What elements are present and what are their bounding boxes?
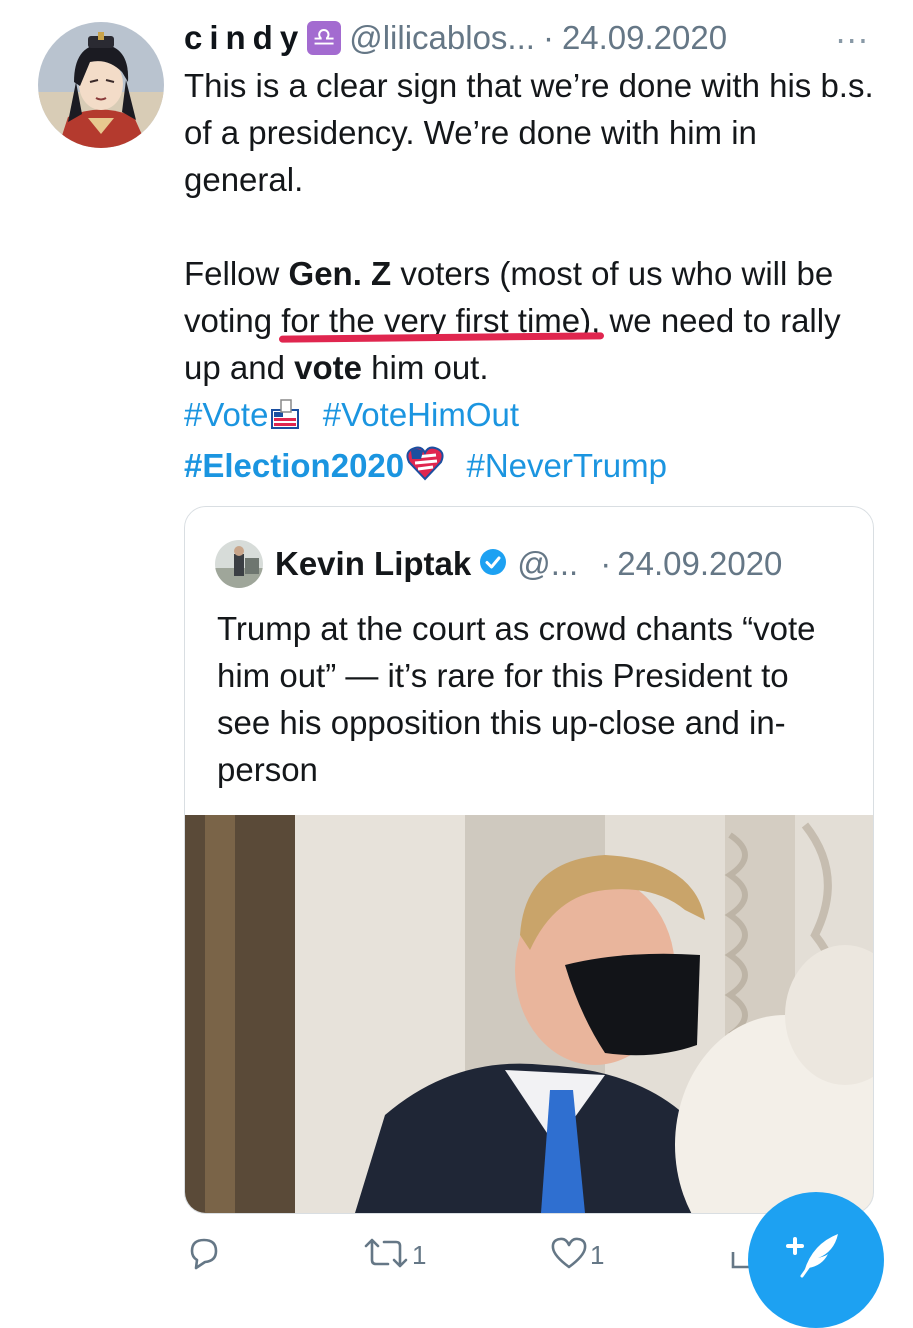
tweet-header: cindy ♎ @lilicablos... · 24.09.2020 <box>184 18 873 58</box>
reply-button[interactable] <box>186 1236 224 1275</box>
hashtag-line-1: #Vote #VoteHimOut <box>184 391 884 442</box>
retweet-count: 1 <box>412 1240 427 1270</box>
retweet-button[interactable]: 1 <box>362 1236 426 1275</box>
hashtag-election2020[interactable]: #Election2020 <box>184 447 404 484</box>
hashtag-line-2: #Election2020 #NeverTrump <box>184 442 884 493</box>
heart-icon <box>550 1236 588 1275</box>
quoted-author-name[interactable]: Kevin Liptak <box>275 545 471 583</box>
tweet-body: This is a clear sign that we’re done wit… <box>184 62 884 493</box>
quoted-author-handle[interactable]: @... <box>517 545 578 583</box>
author-handle[interactable]: @lilicablos... <box>349 19 535 57</box>
hashtag-nevertrump[interactable]: #NeverTrump <box>466 447 667 484</box>
retweet-icon <box>362 1236 410 1275</box>
text-vote-bold: vote <box>294 349 362 386</box>
underlined-phrase: for the very first time), <box>279 302 605 343</box>
quoted-tweet-date[interactable]: 24.09.2020 <box>617 545 782 583</box>
like-button[interactable]: 1 <box>550 1236 604 1275</box>
text-gen-z: Gen. Z <box>288 255 392 292</box>
author-display-name[interactable]: cindy <box>184 19 305 57</box>
libra-emoji-icon: ♎ <box>307 21 342 55</box>
quoted-tweet-video[interactable] <box>185 815 873 1213</box>
compose-tweet-button[interactable] <box>748 1192 884 1328</box>
quoted-tweet-header: Kevin Liptak @... · 24.09.2020 <box>215 539 843 589</box>
tweet-paragraph-1: This is a clear sign that we’re done wit… <box>184 67 874 198</box>
hashtag-votehimout[interactable]: #VoteHimOut <box>323 396 519 433</box>
heart-flag-emoji-icon <box>406 445 444 493</box>
hashtag-vote[interactable]: #Vote <box>184 396 268 433</box>
quoted-author-avatar[interactable] <box>215 540 263 588</box>
author-avatar[interactable] <box>38 22 164 148</box>
more-options-icon[interactable]: ··· <box>835 22 869 60</box>
header-separator: · <box>542 19 554 56</box>
like-count: 1 <box>590 1240 605 1270</box>
quoted-tweet-text: Trump at the court as crowd chants “vote… <box>217 610 816 788</box>
ballot-box-emoji-icon <box>270 395 300 442</box>
compose-feather-icon <box>782 1222 846 1291</box>
tweet-paragraph-2: Fellow Gen. Z voters (most of us who wil… <box>184 250 884 391</box>
reply-icon <box>186 1236 222 1275</box>
tweet-date[interactable]: 24.09.2020 <box>562 19 727 57</box>
quoted-header-separator: · <box>600 545 612 582</box>
quoted-tweet-card[interactable]: Kevin Liptak @... · 24.09.2020 Trump at … <box>184 506 874 1214</box>
verified-badge-icon <box>479 548 507 581</box>
text-fellow: Fellow <box>184 255 289 292</box>
text-him-out: him out. <box>361 349 489 386</box>
